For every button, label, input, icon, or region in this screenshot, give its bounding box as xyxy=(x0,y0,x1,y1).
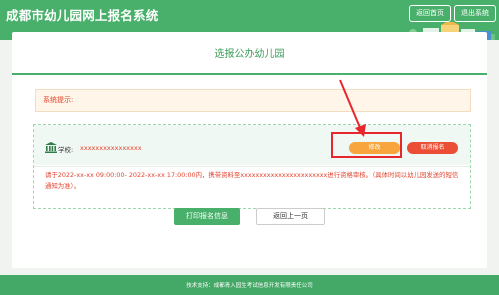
system-notice: 系统提示: xyxy=(35,89,471,112)
home-button[interactable]: 返回首页 xyxy=(409,5,451,22)
row-divider xyxy=(34,166,470,167)
cancel-registration-button[interactable]: 取消报名 xyxy=(407,142,458,154)
bank-icon xyxy=(45,142,57,153)
back-button[interactable]: 返回上一页 xyxy=(256,208,325,225)
school-label: 学校: xyxy=(58,146,74,154)
print-info-button[interactable]: 打印报名信息 xyxy=(174,208,240,225)
footer: 技术支持：成都青入园生考试信息开发有限责任公司 xyxy=(0,275,499,295)
notice-label: 系统提示: xyxy=(43,96,74,104)
review-notice-text: 请于2022-xx-xx 09:00:00- 2022-xx-xx 17:00:… xyxy=(45,171,459,190)
school-selection-box: 学校: xxxxxxxxxxxxxxxx 修改 取消报名 请于2022-xx-x… xyxy=(33,124,471,209)
highlight-box xyxy=(331,132,402,158)
page-title: 选报公办幼儿园 xyxy=(214,49,285,60)
logout-button[interactable]: 退出系统 xyxy=(454,5,496,22)
site-title: 成都市幼儿园网上报名系统 xyxy=(6,8,159,23)
school-row: 学校: xxxxxxxxxxxxxxxx 修改 取消报名 xyxy=(34,125,470,165)
title-divider xyxy=(12,73,487,75)
school-value: xxxxxxxxxxxxxxxx xyxy=(80,144,142,152)
footer-text: 技术支持：成都青入园生考试信息开发有限责任公司 xyxy=(186,283,313,289)
